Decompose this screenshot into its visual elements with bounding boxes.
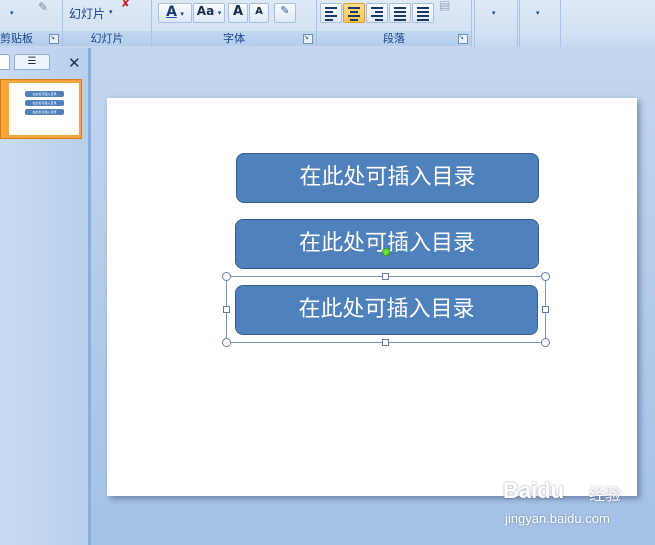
ribbon: ▾ ✎ 剪贴板 ↘ 幻灯片 ▾ ✘ 幻灯片 A ▾ Aa ▾ A A ✎ 字体 … bbox=[0, 0, 655, 49]
distributed-icon bbox=[417, 7, 429, 23]
resize-handle-left[interactable] bbox=[223, 306, 230, 313]
paragraph-group: ▤ 段落 ↘ bbox=[317, 0, 472, 47]
resize-handle-top-right[interactable] bbox=[541, 272, 550, 281]
resize-handle-top-left[interactable] bbox=[222, 272, 231, 281]
grow-font-icon: A bbox=[232, 4, 244, 19]
justify-button[interactable] bbox=[389, 3, 411, 23]
tab-slides[interactable] bbox=[0, 54, 10, 70]
new-slide-button[interactable]: 幻灯片 bbox=[69, 5, 105, 22]
font-group: A ▾ Aa ▾ A A ✎ 字体 ↘ bbox=[152, 0, 317, 47]
dropdown-arrow-icon: ▾ bbox=[180, 10, 184, 18]
slide-thumbnail[interactable]: 在此处可插入目录 在此处可插入目录 在此处可插入目录 bbox=[9, 83, 79, 135]
slide-thumbnail-selected[interactable]: 在此处可插入目录 在此处可插入目录 在此处可插入目录 bbox=[0, 79, 82, 139]
font-group-label: 字体 bbox=[152, 31, 316, 46]
outline-icon: ☰ bbox=[27, 56, 37, 67]
toc-shape-2[interactable]: 在此处可插入目录 bbox=[235, 219, 539, 269]
resize-handle-right[interactable] bbox=[542, 306, 549, 313]
paragraph-group-label: 段落 bbox=[317, 31, 471, 46]
tab-outline[interactable]: ☰ bbox=[14, 54, 50, 70]
change-case-icon: Aa bbox=[196, 4, 215, 18]
columns-icon[interactable]: ▤ bbox=[439, 0, 450, 12]
slides-group-label: 幻灯片 bbox=[63, 31, 151, 46]
clipboard-group: ▾ ✎ 剪贴板 ↘ bbox=[0, 0, 63, 47]
align-right-icon bbox=[371, 7, 383, 23]
align-right-button[interactable] bbox=[366, 3, 388, 23]
thumbnail-shape: 在此处可插入目录 bbox=[25, 91, 64, 97]
pane-tabs: ☰ ✕ bbox=[0, 52, 88, 72]
thumbnail-shape: 在此处可插入目录 bbox=[25, 109, 64, 115]
rotation-handle[interactable] bbox=[382, 248, 390, 256]
dialog-launcher-icon[interactable]: ↘ bbox=[458, 34, 468, 44]
resize-handle-bottom[interactable] bbox=[382, 339, 389, 346]
dropdown-arrow-icon[interactable]: ▾ bbox=[536, 9, 540, 17]
watermark-url: jingyan.baidu.com bbox=[505, 511, 610, 526]
resize-handle-bottom-left[interactable] bbox=[222, 338, 231, 347]
watermark: Baidu 经验 jingyan.baidu.com bbox=[503, 478, 653, 530]
resize-handle-bottom-right[interactable] bbox=[541, 338, 550, 347]
drawing-group: ▾ bbox=[474, 0, 518, 47]
watermark-cn: 经验 bbox=[589, 485, 622, 504]
format-painter-icon[interactable]: ✎ bbox=[38, 0, 48, 14]
clear-formatting-icon: ✎ bbox=[280, 4, 290, 17]
watermark-logo: Baidu bbox=[503, 478, 565, 503]
thumbnail-shape: 在此处可插入目录 bbox=[25, 100, 64, 106]
selection-frame[interactable] bbox=[226, 276, 546, 343]
dropdown-arrow-icon[interactable]: ▾ bbox=[109, 8, 113, 16]
dropdown-arrow-icon: ▾ bbox=[217, 9, 222, 17]
align-left-button[interactable] bbox=[320, 3, 342, 23]
align-center-button[interactable] bbox=[343, 3, 365, 23]
justify-icon bbox=[394, 7, 406, 23]
font-color-icon: A bbox=[166, 4, 177, 20]
grow-font-button[interactable]: A bbox=[228, 3, 248, 23]
align-center-icon bbox=[348, 7, 360, 23]
font-color-button[interactable]: A ▾ bbox=[158, 3, 192, 23]
shrink-font-icon: A bbox=[255, 6, 263, 17]
delete-slide-icon[interactable]: ✘ bbox=[121, 0, 130, 10]
slides-group: 幻灯片 ▾ ✘ 幻灯片 bbox=[63, 0, 152, 47]
align-left-icon bbox=[325, 7, 337, 23]
clear-formatting-button[interactable]: ✎ bbox=[274, 3, 296, 23]
slides-pane: ☰ ✕ 在此处可插入目录 在此处可插入目录 在此处可插入目录 bbox=[0, 48, 91, 545]
dialog-launcher-icon[interactable]: ↘ bbox=[303, 34, 313, 44]
close-icon[interactable]: ✕ bbox=[68, 54, 81, 72]
shrink-font-button[interactable]: A bbox=[249, 3, 269, 23]
dropdown-arrow-icon[interactable]: ▾ bbox=[492, 9, 496, 17]
toc-shape-1[interactable]: 在此处可插入目录 bbox=[236, 153, 539, 203]
resize-handle-top[interactable] bbox=[382, 273, 389, 280]
change-case-button[interactable]: Aa ▾ bbox=[193, 3, 225, 23]
editing-group: ▾ bbox=[519, 0, 561, 47]
dialog-launcher-icon[interactable]: ↘ bbox=[49, 34, 59, 44]
dropdown-arrow-icon[interactable]: ▾ bbox=[10, 9, 14, 17]
distributed-button[interactable] bbox=[412, 3, 434, 23]
